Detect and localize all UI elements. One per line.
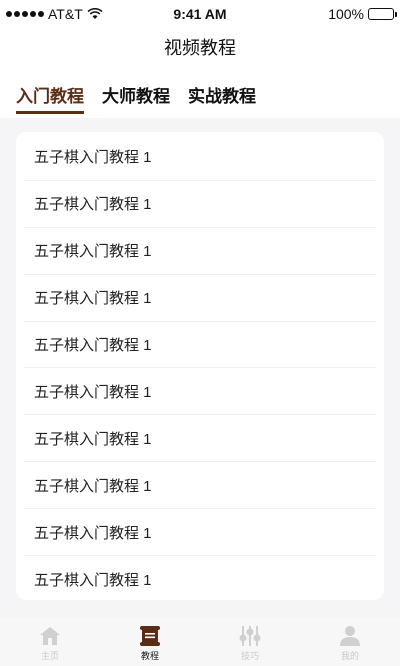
category-tabs: 入门教程 大师教程 实战教程	[16, 82, 256, 114]
tabbar-tutorials-label: 教程	[140, 651, 159, 661]
list-item[interactable]: 五子棋入门教程 1	[24, 509, 376, 557]
sliders-icon	[238, 625, 262, 647]
battery-icon	[368, 8, 397, 20]
signal-strength-icon	[6, 11, 44, 17]
list-item[interactable]: 五子棋入门教程 1	[24, 275, 376, 322]
list-item[interactable]: 五子棋入门教程 1	[24, 181, 376, 228]
content-area: 五子棋入门教程 1 五子棋入门教程 1 五子棋入门教程 1 五子棋入门教程 1 …	[0, 118, 400, 618]
list-item[interactable]: 五子棋入门教程 1	[24, 322, 376, 369]
list-item[interactable]: 五子棋入门教程 1	[24, 415, 376, 463]
tabbar-home[interactable]: 主页	[10, 625, 90, 662]
scroll-icon	[138, 625, 162, 647]
tab-beginner[interactable]: 入门教程	[16, 82, 84, 114]
list-item[interactable]: 五子棋入门教程 1	[24, 228, 376, 275]
tabbar-home-label: 主页	[40, 651, 59, 661]
status-time: 9:41 AM	[173, 6, 227, 22]
user-icon	[338, 625, 362, 647]
tabbar-tips-label: 技巧	[240, 651, 259, 661]
tabbar-tutorials[interactable]: 教程	[110, 625, 190, 662]
video-list: 五子棋入门教程 1 五子棋入门教程 1 五子棋入门教程 1 五子棋入门教程 1 …	[16, 132, 384, 600]
tabbar-tips[interactable]: 技巧	[210, 625, 290, 662]
list-item[interactable]: 五子棋入门教程 1	[24, 556, 376, 600]
video-list-card: 五子棋入门教程 1 五子棋入门教程 1 五子棋入门教程 1 五子棋入门教程 1 …	[16, 132, 384, 600]
list-item[interactable]: 五子棋入门教程 1	[24, 368, 376, 416]
carrier-label: AT&T	[48, 6, 83, 22]
home-icon	[38, 625, 62, 647]
page-title: 视频教程	[164, 38, 236, 58]
list-item[interactable]: 五子棋入门教程 1	[24, 134, 376, 181]
battery-percent: 100%	[328, 6, 364, 22]
tabbar-profile-label: 我的	[340, 651, 359, 661]
tab-practice[interactable]: 实战教程	[188, 82, 256, 114]
tabbar-profile[interactable]: 我的	[310, 625, 390, 662]
status-bar: AT&T 9:41 AM 100%	[0, 0, 400, 28]
tab-master[interactable]: 大师教程	[102, 82, 170, 114]
wifi-icon	[87, 8, 103, 19]
list-item[interactable]: 五子棋入门教程 1	[24, 462, 376, 510]
bottom-tab-bar: 主页 教程 技巧 我的	[0, 618, 400, 666]
status-left: AT&T	[6, 6, 146, 22]
status-right: 100%	[254, 6, 397, 22]
